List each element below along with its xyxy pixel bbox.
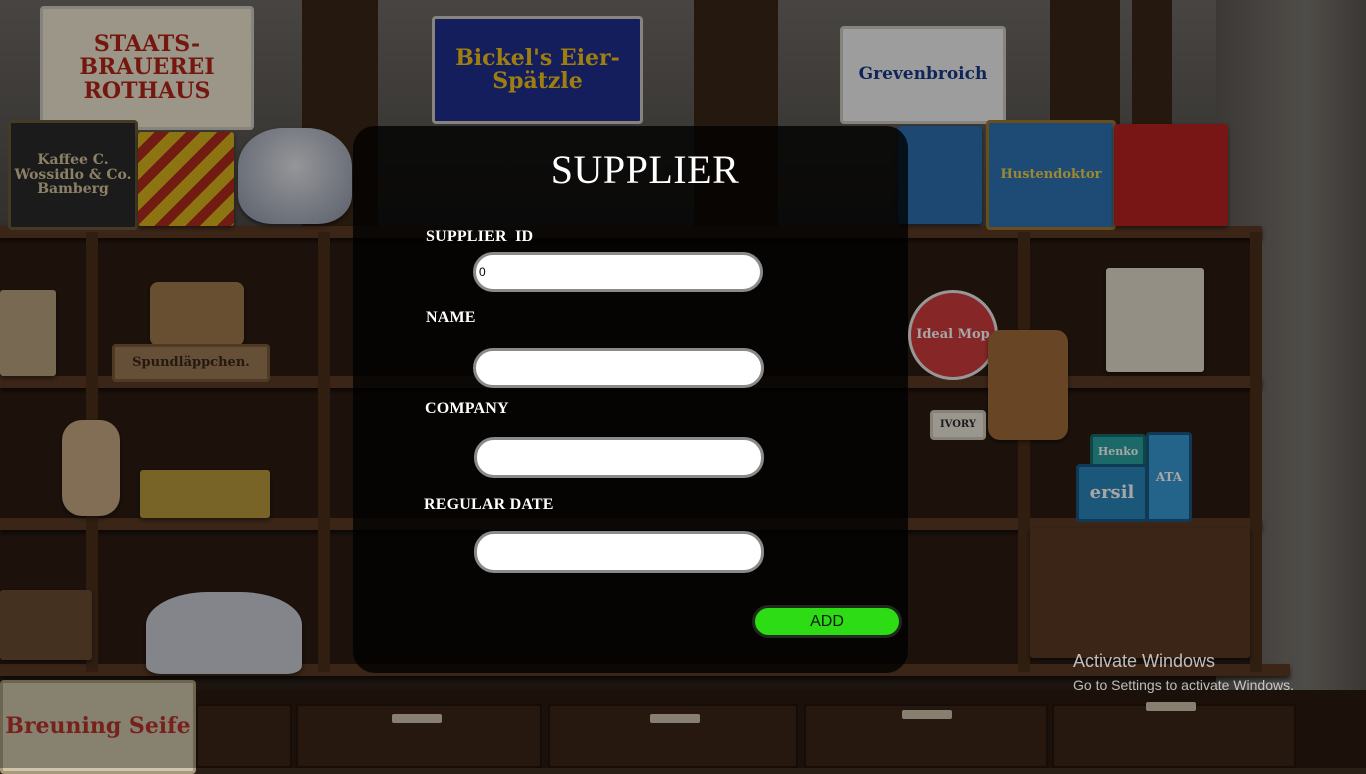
regular-date-label: REGULAR DATE xyxy=(424,496,554,513)
name-label: NAME xyxy=(426,309,476,326)
supplier-id-input[interactable] xyxy=(473,252,763,292)
activate-windows-subtitle: Go to Settings to activate Windows. xyxy=(1073,677,1294,693)
company-label: COMPANY xyxy=(425,400,509,417)
form-title: SUPPLIER xyxy=(550,147,740,192)
company-input[interactable] xyxy=(474,437,764,478)
regular-date-input[interactable] xyxy=(474,531,764,573)
activate-windows-title: Activate Windows xyxy=(1073,651,1216,671)
add-button[interactable]: ADD xyxy=(752,605,902,638)
name-input[interactable] xyxy=(473,348,764,388)
supplier-id-label: SUPPLIER ID xyxy=(426,228,534,245)
